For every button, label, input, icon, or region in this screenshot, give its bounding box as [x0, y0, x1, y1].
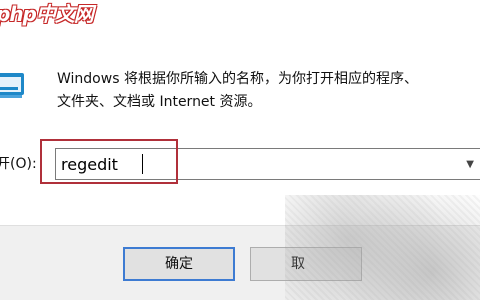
- command-input-value: regedit: [61, 155, 118, 174]
- button-bar: 确定 取: [0, 225, 480, 300]
- cancel-button[interactable]: 取: [250, 247, 362, 281]
- run-description: Windows 将根据你所输入的名称，为你打开相应的程序、 文件夹、文档或 In…: [57, 68, 472, 114]
- description-line-1: Windows 将根据你所输入的名称，为你打开相应的程序、: [57, 71, 418, 87]
- ok-button[interactable]: 确定: [123, 247, 235, 281]
- watermark-logo: php中文网: [0, 2, 94, 26]
- open-label: 开(O):: [0, 156, 37, 172]
- run-dialog-icon: [0, 73, 24, 98]
- chevron-down-icon[interactable]: ▼: [466, 159, 474, 170]
- text-caret: [142, 154, 143, 174]
- command-input[interactable]: regedit ▼: [55, 148, 480, 180]
- description-line-2: 文件夹、文档或 Internet 资源。: [57, 94, 262, 110]
- run-dialog: php中文网 Windows 将根据你所输入的名称，为你打开相应的程序、 文件夹…: [0, 0, 480, 300]
